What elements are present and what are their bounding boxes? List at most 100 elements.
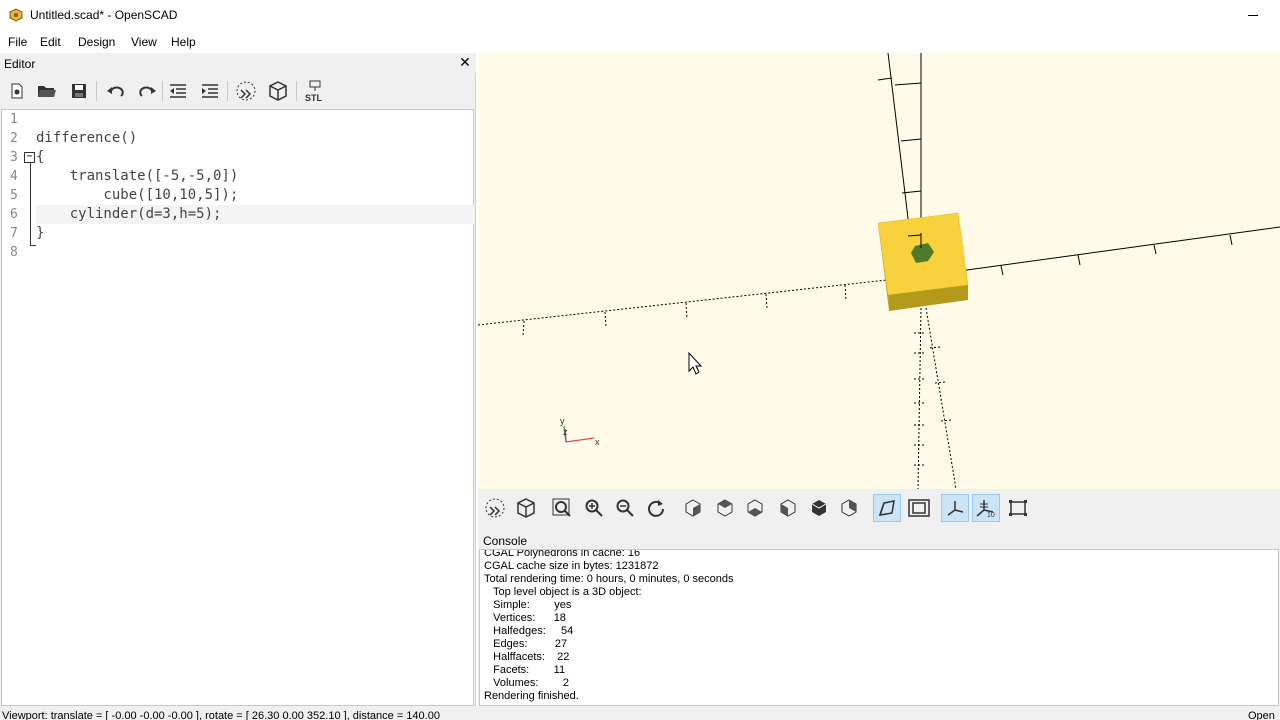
console-line: Halffacets: 22 <box>484 651 570 663</box>
console-line: CGAL Polyhedrons in cache: 16 <box>484 549 641 559</box>
line-number: 7 <box>10 226 18 241</box>
console-line: Simple: yes <box>484 599 572 611</box>
zoom-out-icon[interactable] <box>611 494 639 522</box>
export-stl-icon[interactable]: STL <box>302 79 328 103</box>
status-right-text: Open <box>1248 710 1275 720</box>
editor-title: Editor <box>4 57 36 71</box>
status-bar: Viewport: translate = [ -0.00 -0.00 -0.0… <box>0 706 1280 720</box>
console-output[interactable]: CGAL Polyhedrons in cache: 16 CGAL cache… <box>479 549 1279 706</box>
code-line: { <box>36 149 45 165</box>
console-title: Console <box>483 534 528 548</box>
cube-object <box>877 212 969 311</box>
show-scale-markers-icon[interactable]: 10 <box>972 494 1000 522</box>
view-toolbar: 10 <box>478 489 1280 529</box>
axis-label-y: y <box>560 416 565 426</box>
y-axis-positive <box>887 53 912 244</box>
code-line: cube([10,10,5]); <box>36 187 239 203</box>
minimize-button[interactable] <box>1236 4 1268 26</box>
z-axis-negative <box>917 307 922 489</box>
code-line: } <box>36 225 45 241</box>
preview-icon[interactable] <box>234 79 258 103</box>
view-front-icon[interactable] <box>805 494 833 522</box>
view-bottom-icon[interactable] <box>741 494 769 522</box>
line-number: 6 <box>10 207 18 222</box>
line-number: 2 <box>10 131 18 146</box>
code-line: translate([-5,-5,0]) <box>36 168 239 184</box>
view-top-icon[interactable] <box>711 494 739 522</box>
console-line: Vertices: 18 <box>484 612 566 624</box>
toolbar-separator <box>162 81 163 101</box>
negative-axis-ticks <box>914 332 952 466</box>
menu-bar: File Edit Design View Help <box>0 31 1280 53</box>
undo-icon[interactable] <box>104 79 128 103</box>
render-icon[interactable] <box>512 494 540 522</box>
console-line: CGAL cache size in bytes: 1231872 <box>484 560 659 572</box>
editor-title-bar: Editor ✕ <box>0 53 476 73</box>
menu-edit[interactable]: Edit <box>40 35 61 49</box>
editor-close-button[interactable]: ✕ <box>458 54 472 70</box>
view-left-icon[interactable] <box>774 494 802 522</box>
fold-guide-end <box>30 245 36 246</box>
console-line: Top level object is a 3D object: <box>484 586 642 598</box>
reset-view-icon[interactable] <box>642 494 670 522</box>
view-right-icon[interactable] <box>679 494 707 522</box>
open-file-icon[interactable] <box>35 79 59 103</box>
show-axes-icon[interactable] <box>941 494 969 522</box>
indent-icon[interactable] <box>198 79 222 103</box>
toolbar-separator <box>227 81 228 101</box>
editor-toolbar: STL <box>0 73 476 109</box>
openscad-logo-icon <box>9 8 23 22</box>
fold-toggle-icon[interactable]: − <box>24 152 35 163</box>
console-line: Rendering finished. <box>484 690 579 702</box>
unindent-icon[interactable] <box>166 79 190 103</box>
console-panel: Console CGAL Polyhedrons in cache: 16 CG… <box>478 529 1280 706</box>
line-number: 1 <box>10 112 18 127</box>
save-file-icon[interactable] <box>67 79 91 103</box>
x-axis-negative-ticks <box>522 284 847 337</box>
toolbar-separator <box>96 81 97 101</box>
view-back-icon[interactable] <box>835 494 863 522</box>
svg-text:10: 10 <box>987 512 995 518</box>
console-line: Edges: 27 <box>484 638 568 650</box>
redo-icon[interactable] <box>135 79 159 103</box>
zoom-in-icon[interactable] <box>580 494 608 522</box>
orthogonal-view-icon[interactable] <box>905 494 933 522</box>
mouse-cursor-icon <box>688 351 703 375</box>
line-number: 3 <box>10 150 18 165</box>
new-file-icon[interactable] <box>5 79 29 103</box>
console-line: Halfedges: 54 <box>484 625 574 637</box>
menu-file[interactable]: File <box>8 35 27 49</box>
axis-label-z: z <box>563 427 568 437</box>
3d-scene: x y z <box>478 53 1280 489</box>
viewport-status-text: Viewport: translate = [ -0.00 -0.00 -0.0… <box>2 710 440 720</box>
axis-label-x: x <box>595 437 600 447</box>
line-number: 5 <box>10 188 18 203</box>
console-line: Volumes: 2 <box>484 677 569 689</box>
menu-design[interactable]: Design <box>78 35 115 49</box>
console-line: Facets: 11 <box>484 664 566 676</box>
render-icon[interactable] <box>266 79 290 103</box>
x-axis-ticks <box>1000 234 1233 276</box>
line-number: 8 <box>10 245 18 260</box>
editor-panel: Editor ✕ STL 1 2 3 4 5 6 7 8 − differenc… <box>0 53 476 706</box>
x-axis-positive <box>922 226 1280 277</box>
fold-guide <box>30 163 31 245</box>
perspective-view-icon[interactable] <box>873 494 901 522</box>
line-number: 4 <box>10 169 18 184</box>
code-line: difference() <box>36 130 138 146</box>
show-edges-icon[interactable] <box>1004 494 1032 522</box>
preview-icon[interactable] <box>481 494 509 522</box>
code-editor[interactable]: 1 2 3 4 5 6 7 8 − difference() { transla… <box>1 109 474 706</box>
console-line: Total rendering time: 0 hours, 0 minutes… <box>484 573 734 585</box>
window-title: Untitled.scad* - OpenSCAD <box>30 8 178 22</box>
view-all-icon[interactable] <box>548 494 576 522</box>
x-axis-negative <box>478 275 924 326</box>
axis-indicator: x y z <box>560 416 600 447</box>
toolbar-separator <box>296 81 297 101</box>
code-line-current: cylinder(d=3,h=5); <box>36 205 474 224</box>
y-axis-negative <box>925 307 957 489</box>
y-axis-ticks <box>877 77 922 194</box>
menu-help[interactable]: Help <box>171 35 196 49</box>
menu-view[interactable]: View <box>131 35 157 49</box>
3d-viewport[interactable]: x y z <box>478 53 1280 489</box>
